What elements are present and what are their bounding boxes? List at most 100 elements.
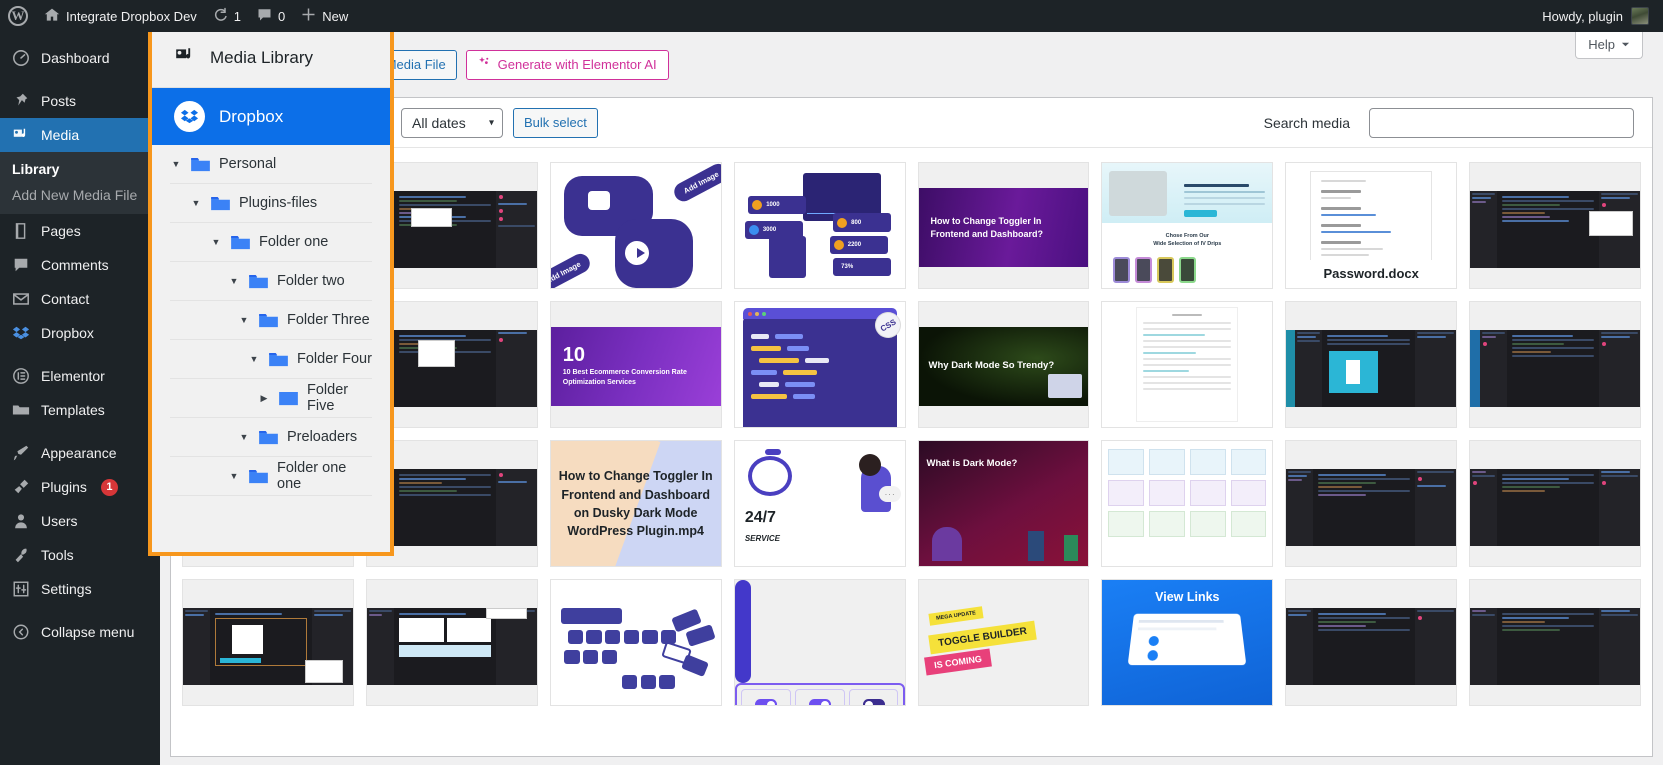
media-item[interactable] (182, 579, 354, 707)
chevron-down-icon[interactable]: ▼ (238, 315, 250, 325)
chevron-down-icon[interactable]: ▼ (248, 354, 260, 364)
chevron-down-icon[interactable]: ▼ (228, 471, 240, 481)
sidebar-item-comments[interactable]: Comments (0, 248, 160, 282)
media-item[interactable] (1101, 301, 1274, 429)
sidebar-item-label: Posts (41, 93, 77, 109)
sidebar-item-tools[interactable]: Tools (0, 538, 160, 572)
admin-bar: W Integrate Dropbox Dev 1 0 New Howdy, p… (0, 0, 1663, 32)
media-item[interactable]: View Links (1101, 579, 1274, 707)
media-item[interactable]: How to Change Toggler In Frontend and Da… (549, 440, 722, 568)
folder-tree-item-personal[interactable]: ▼ Personal (170, 145, 372, 184)
adminbar-comments[interactable]: 0 (249, 0, 293, 32)
adminbar-site-name[interactable]: Integrate Dropbox Dev (36, 0, 205, 32)
plug-icon (11, 477, 31, 497)
media-item[interactable]: Why Dark Mode So Trendy? (917, 301, 1090, 429)
folder-tree-item-folder-four[interactable]: ▼ Folder Four (170, 340, 372, 379)
sidebar-item-dropbox[interactable]: Dropbox (0, 316, 160, 350)
media-item[interactable]: 24/7 SERVICE ··· (733, 440, 906, 568)
media-thumbnail (1470, 580, 1640, 705)
chevron-down-icon[interactable]: ▼ (190, 198, 202, 208)
toggle-sidebar (734, 580, 751, 683)
media-item[interactable]: 10 10 Best Ecommerce Conversion Rate Opt… (549, 301, 722, 429)
media-library-icon (174, 45, 196, 72)
folder-icon (279, 391, 298, 406)
search-input[interactable] (1369, 107, 1634, 138)
media-thumbnail (183, 580, 353, 705)
sidebar-item-templates[interactable]: Templates (0, 393, 160, 427)
date-filter[interactable]: All dates (401, 107, 503, 138)
media-item[interactable] (1469, 162, 1641, 290)
folder-tree-item-folder-one[interactable]: ▼ Folder one (170, 223, 372, 262)
media-thumbnail (1102, 302, 1273, 428)
media-item[interactable] (365, 579, 538, 707)
sidebar-item-media[interactable]: Media (0, 118, 160, 152)
sidebar-item-collapse-menu[interactable]: Collapse menu (0, 615, 160, 649)
elementor-icon (11, 366, 31, 386)
adminbar-updates[interactable]: 1 (205, 0, 249, 32)
sidebar-item-label: Media (41, 127, 80, 143)
sidebar-item-contact[interactable]: Contact (0, 282, 160, 316)
folder-tree-item-preloaders[interactable]: ▼ Preloaders (170, 418, 372, 457)
media-item[interactable] (1285, 440, 1458, 568)
sidebar-item-plugins[interactable]: Plugins 1 (0, 470, 160, 504)
media-item[interactable]: MEGA UPDATE TOGGLE BUILDER IS COMING (917, 579, 1090, 707)
updates-icon (213, 7, 228, 25)
adminbar-account[interactable]: Howdy, plugin (1542, 7, 1663, 25)
media-item[interactable] (1469, 440, 1641, 568)
bulk-select-button[interactable]: Bulk select (513, 107, 598, 138)
generate-with-elementor-ai-button[interactable]: Generate with Elementor AI (465, 50, 669, 81)
media-item[interactable]: Password.docx (1285, 162, 1458, 290)
help-tab-button[interactable]: Help (1575, 32, 1643, 59)
folder-name: Folder two (277, 273, 345, 289)
chevron-down-icon[interactable]: ▼ (228, 276, 240, 286)
folder-panel-media-library-row[interactable]: Media Library (152, 29, 390, 88)
sidebar-item-posts[interactable]: Posts (0, 84, 160, 118)
sidebar-item-appearance[interactable]: Appearance (0, 436, 160, 470)
folder-tree-item-folder-two[interactable]: ▼ Folder two (170, 262, 372, 301)
folder-panel-dropbox-row[interactable]: Dropbox (152, 88, 390, 145)
pin-icon (11, 91, 31, 111)
banner-text: 10 Best Ecommerce Conversion Rate Optimi… (562, 368, 687, 387)
folder-tree-item-folder-three[interactable]: ▼ Folder Three (170, 301, 372, 340)
media-item[interactable]: CSS (733, 301, 906, 429)
media-thumbnail: How to Change Toggler In Frontend and Da… (918, 163, 1089, 288)
media-item[interactable]: What is Dark Mode? (917, 440, 1090, 568)
sidebar-item-elementor[interactable]: Elementor (0, 359, 160, 393)
media-item[interactable] (1285, 301, 1458, 429)
sidebar-item-users[interactable]: Users (0, 504, 160, 538)
folder-tree-item-folder-one-one[interactable]: ▼ Folder one one (170, 457, 372, 496)
folder-tree-item-folder-five[interactable]: ▶ Folder Five (170, 379, 372, 418)
sidebar-item-pages[interactable]: Pages (0, 214, 160, 248)
submenu-item-label: Library (12, 161, 60, 177)
media-item[interactable]: How to Change Toggler In Frontend and Da… (917, 162, 1090, 290)
media-thumbnail: Password.docx (1286, 163, 1457, 289)
media-item[interactable]: Add Image Add Image (549, 162, 722, 290)
folder-icon (259, 313, 278, 328)
chevron-down-icon[interactable]: ▼ (238, 432, 250, 442)
submenu-item-library[interactable]: Library (0, 156, 160, 182)
chevron-down-icon[interactable]: ▼ (170, 159, 182, 169)
media-item[interactable] (1469, 301, 1641, 429)
media-item[interactable] (1285, 579, 1458, 707)
dropbox-label: Dropbox (219, 106, 284, 126)
wrench-icon (11, 545, 31, 565)
media-item[interactable] (1469, 579, 1641, 707)
media-item[interactable] (1101, 440, 1274, 568)
media-thumbnail (1286, 302, 1457, 427)
sidebar-item-dashboard[interactable]: Dashboard (0, 41, 160, 75)
media-item[interactable]: Chose From Our Wide Selection of IV Drips (1101, 162, 1274, 290)
chevron-down-icon[interactable]: ▼ (210, 237, 222, 247)
media-item[interactable] (549, 579, 722, 707)
adminbar-wp-logo[interactable]: W (0, 0, 36, 32)
sidebar-item-label: Comments (41, 257, 109, 273)
media-thumbnail: 24/7 SERVICE ··· (734, 441, 905, 567)
folder-tree-item-plugins-files[interactable]: ▼ Plugins-files (170, 184, 372, 223)
sidebar-item-label: Pages (41, 223, 81, 239)
sidebar-item-settings[interactable]: Settings (0, 572, 160, 606)
adminbar-new-content[interactable]: New (293, 0, 356, 32)
media-thumbnail: View Links (1102, 580, 1273, 706)
media-item[interactable] (733, 579, 906, 707)
submenu-item-add-new-media-file[interactable]: Add New Media File (0, 182, 160, 208)
media-item[interactable]: 1000 800 3000 2200 73% (733, 162, 906, 290)
chevron-right-icon[interactable]: ▶ (258, 393, 270, 404)
